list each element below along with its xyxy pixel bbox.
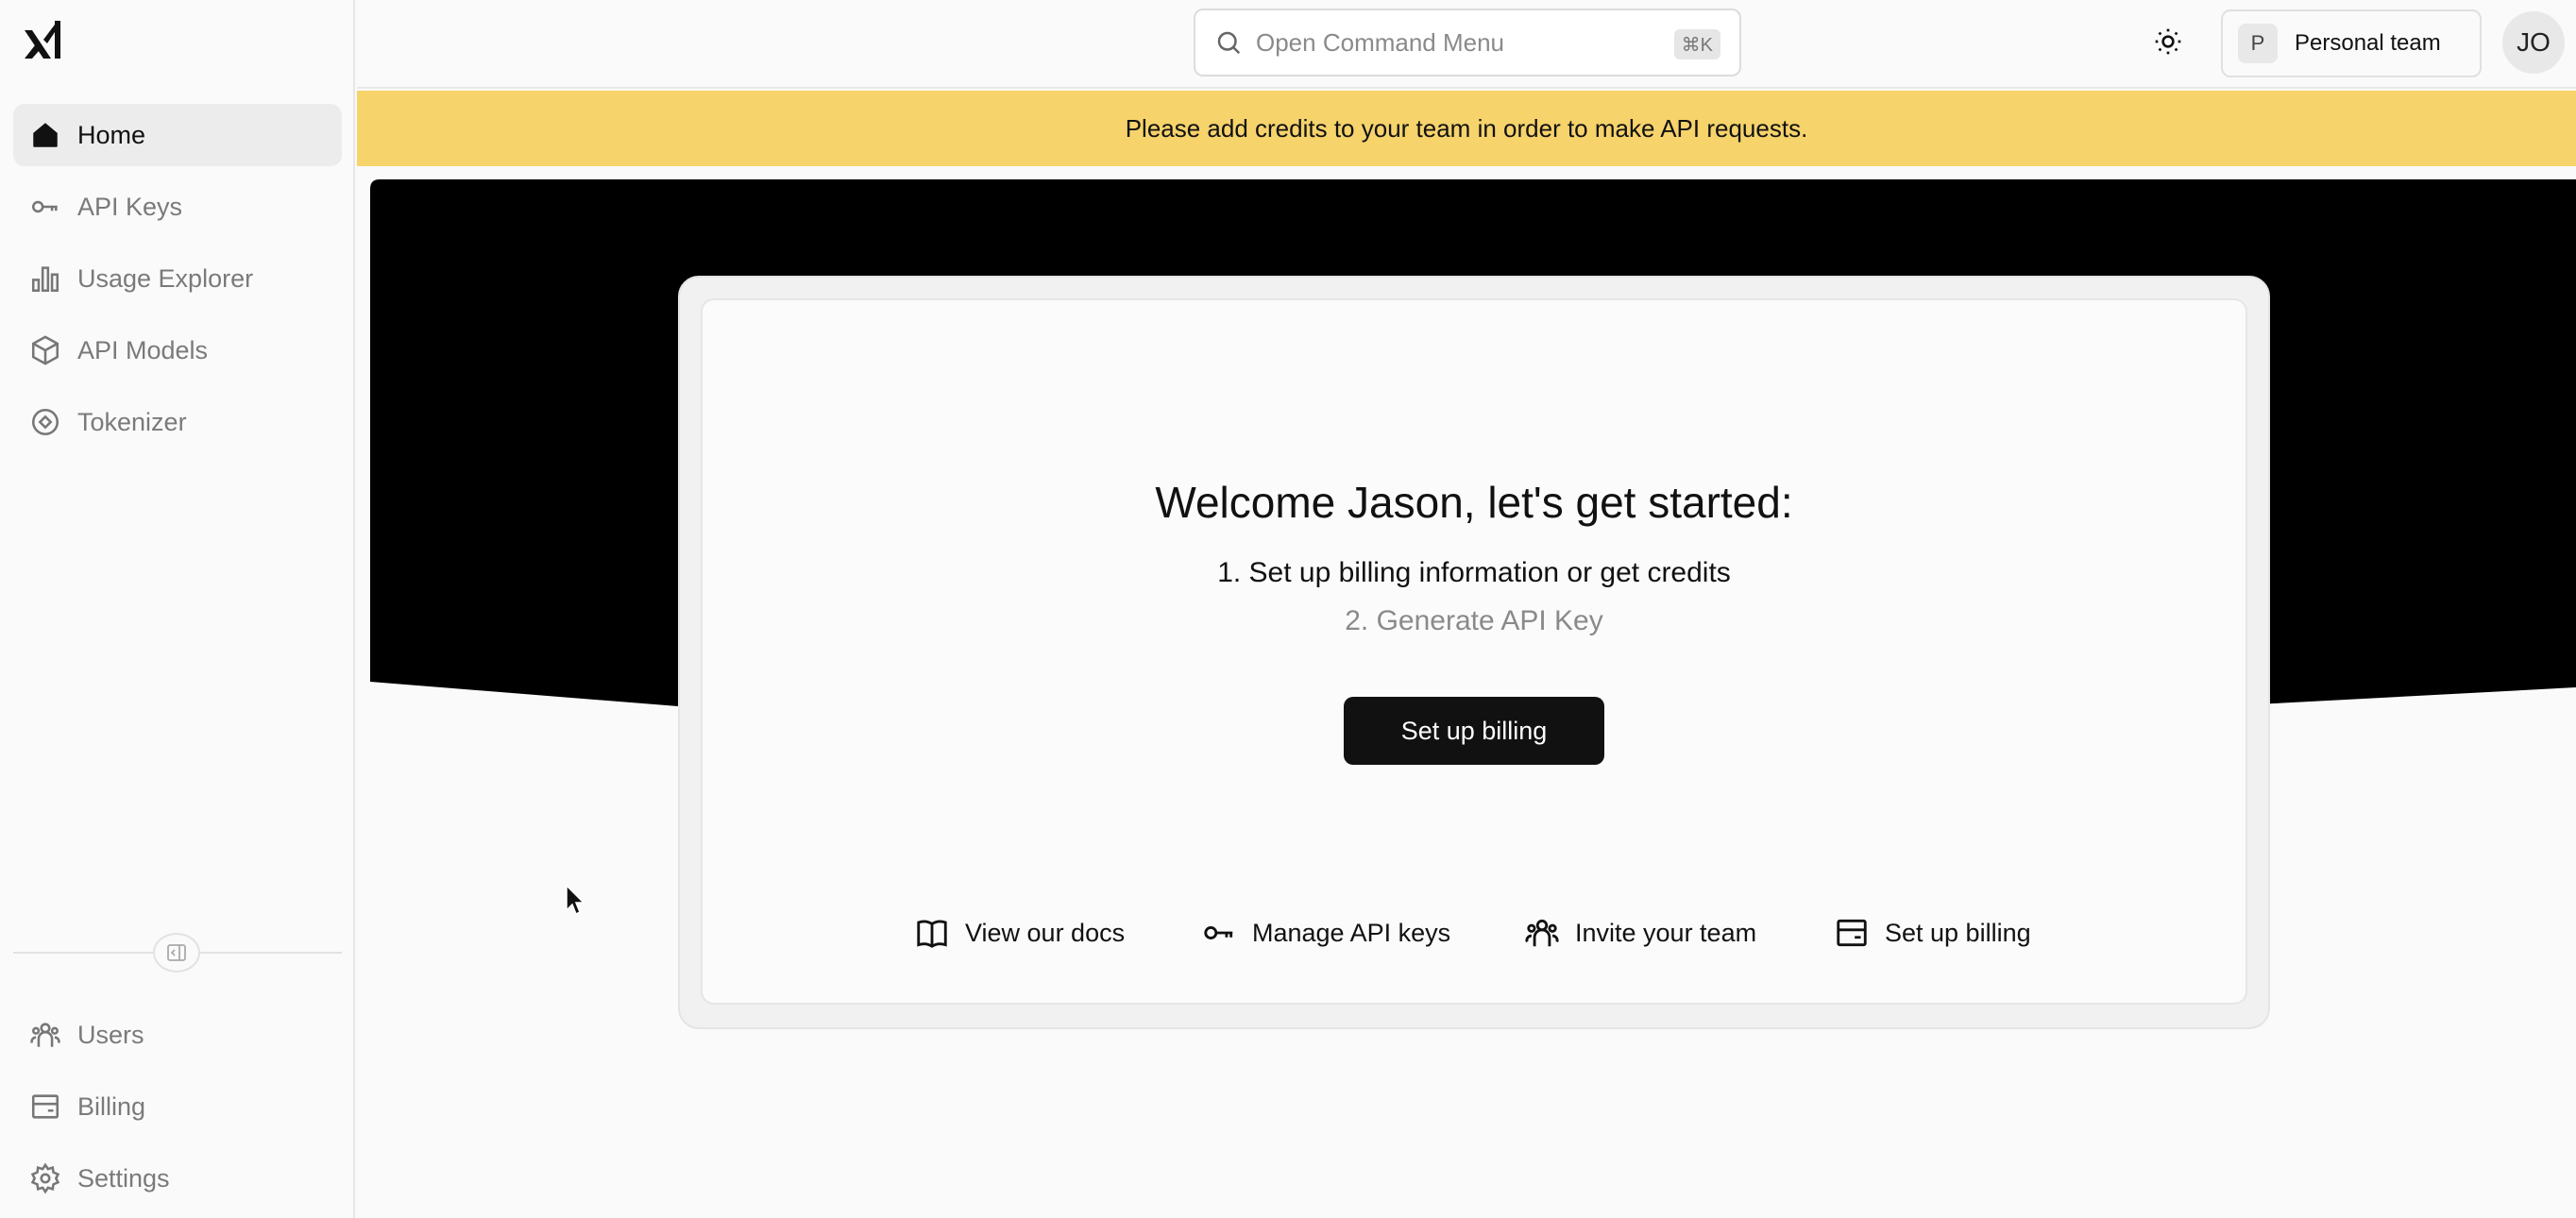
step-billing: 1. Set up billing information or get cre… xyxy=(1217,557,1731,588)
welcome-title: Welcome Jason, let's get started: xyxy=(1155,478,1793,527)
book-icon xyxy=(917,920,947,948)
users-icon xyxy=(28,1018,62,1052)
billing-icon xyxy=(28,1090,62,1124)
sidebar-item-api-keys[interactable]: API Keys xyxy=(13,176,342,238)
quick-link-label: View our docs xyxy=(965,918,1126,947)
manage-api-keys-link[interactable]: Manage API keys xyxy=(1201,912,1450,954)
sidebar-item-api-models[interactable]: API Models xyxy=(13,319,342,381)
collapse-sidebar-button[interactable] xyxy=(153,933,200,973)
welcome-card xyxy=(701,298,2247,1005)
key-icon xyxy=(28,190,62,224)
sidebar-item-label: API Models xyxy=(77,335,209,364)
sidebar-item-label: Settings xyxy=(77,1163,170,1193)
search-icon xyxy=(1217,31,1241,55)
team-initial-badge: P xyxy=(2238,24,2278,63)
sidebar-item-home[interactable]: Home xyxy=(13,104,342,166)
sidebar-item-billing[interactable]: Billing xyxy=(13,1075,342,1138)
quick-link-label: Set up billing xyxy=(1885,918,2031,947)
sidebar-item-usage-explorer[interactable]: Usage Explorer xyxy=(13,247,342,310)
topbar: Open Command Menu ⌘K P Personal team JO xyxy=(357,0,2576,89)
sidebar-item-label: Users xyxy=(77,1020,144,1049)
avatar[interactable]: JO xyxy=(2502,11,2565,74)
bar-chart-icon xyxy=(28,262,62,296)
quick-link-label: Invite your team xyxy=(1575,918,1757,947)
sidebar-item-label: Usage Explorer xyxy=(77,263,254,293)
tokenizer-icon xyxy=(28,405,62,439)
key-icon xyxy=(1204,926,1233,939)
sidebar-item-label: Home xyxy=(77,120,146,149)
billing-icon xyxy=(1837,919,1867,947)
sidebar-item-label: Tokenizer xyxy=(77,407,187,436)
sidebar: Home API Keys Usage Explorer API Models … xyxy=(0,0,355,1218)
set-up-billing-button[interactable]: Set up billing xyxy=(1344,697,1604,765)
sidebar-item-tokenizer[interactable]: Tokenizer xyxy=(13,391,342,453)
quick-link-label: Manage API keys xyxy=(1252,918,1451,947)
settings-icon xyxy=(28,1161,62,1195)
sidebar-item-settings[interactable]: Settings xyxy=(13,1147,342,1210)
cube-icon xyxy=(28,333,62,367)
sun-icon xyxy=(2155,28,2181,55)
credits-warning-banner: Please add credits to your team in order… xyxy=(357,91,2576,166)
sidebar-toggle-icon xyxy=(167,944,186,961)
set-up-billing-link[interactable]: Set up billing xyxy=(1834,912,2031,954)
invite-team-link[interactable]: Invite your team xyxy=(1524,912,1756,954)
step-api-key: 2. Generate API Key xyxy=(1345,605,1603,636)
sidebar-item-label: API Keys xyxy=(77,192,183,221)
sidebar-item-label: Billing xyxy=(77,1091,146,1121)
team-name: Personal team xyxy=(2295,30,2441,56)
team-selector[interactable]: P Personal team xyxy=(2221,9,2482,77)
view-docs-link[interactable]: View our docs xyxy=(914,912,1125,954)
users-icon xyxy=(1525,919,1559,947)
theme-toggle-button[interactable] xyxy=(2149,23,2187,60)
sidebar-item-users[interactable]: Users xyxy=(13,1004,342,1066)
xai-logo[interactable] xyxy=(23,17,66,62)
home-icon xyxy=(28,118,62,152)
command-menu-placeholder: Open Command Menu xyxy=(1256,27,1505,57)
command-menu-input[interactable]: Open Command Menu ⌘K xyxy=(1194,8,1741,76)
keyboard-shortcut-badge: ⌘K xyxy=(1673,29,1720,59)
mouse-cursor-icon xyxy=(566,884,585,916)
